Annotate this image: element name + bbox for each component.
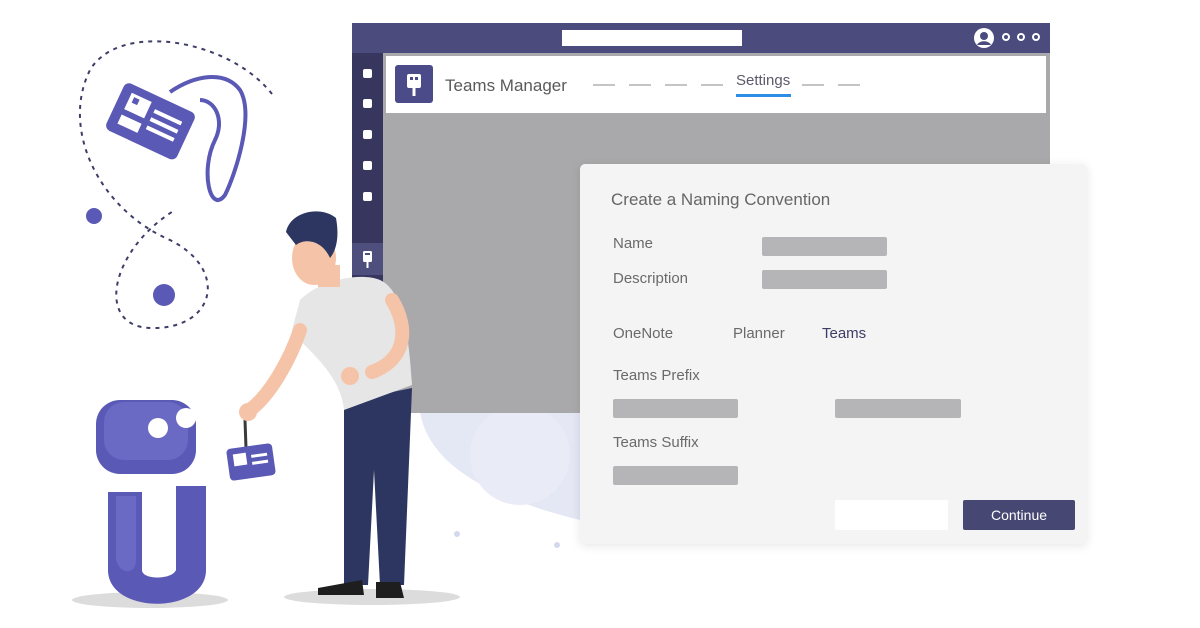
person-illustration (239, 211, 412, 598)
robot-mascot-icon (96, 400, 206, 604)
held-badge-icon (226, 419, 276, 481)
illustration (96, 75, 412, 604)
id-badge-icon (106, 75, 248, 202)
